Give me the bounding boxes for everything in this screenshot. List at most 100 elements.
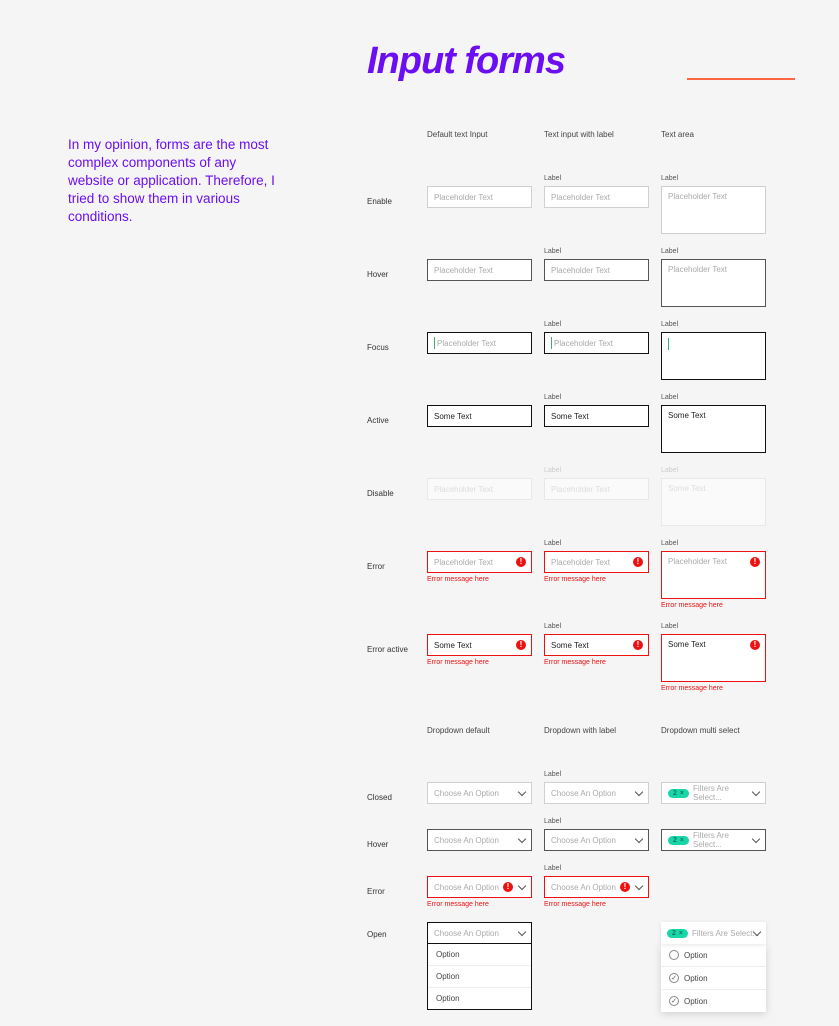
text-input-enable[interactable]: Placeholder Text bbox=[427, 186, 532, 208]
textarea-error-active[interactable]: Some Text! bbox=[661, 634, 766, 682]
error-message: Error message here bbox=[427, 659, 532, 666]
dropdown-option[interactable]: Option bbox=[428, 988, 531, 1009]
close-icon[interactable]: × bbox=[680, 790, 684, 797]
state-label-active: Active bbox=[367, 394, 427, 425]
column-headers-row: Default text Input Text input with label… bbox=[367, 130, 799, 161]
dropdown-error[interactable]: Choose An Option! bbox=[427, 876, 532, 898]
field-label: Label bbox=[544, 865, 649, 873]
radio-checked-icon: ✓ bbox=[669, 996, 679, 1006]
dropdown-multi-open[interactable]: 2× Filters Are Select... bbox=[661, 922, 766, 944]
col-header-dropdown-label: Dropdown with label bbox=[544, 726, 649, 735]
text-input-labeled-hover[interactable]: Placeholder Text bbox=[544, 259, 649, 281]
error-message: Error message here bbox=[427, 576, 532, 583]
dropdown-option[interactable]: Option bbox=[661, 944, 766, 967]
dropdown-column-headers-row: Dropdown default Dropdown with label Dro… bbox=[367, 726, 799, 757]
text-input-hover[interactable]: Placeholder Text bbox=[427, 259, 532, 281]
dropdown-hover[interactable]: Choose An Option bbox=[427, 829, 532, 851]
radio-unchecked-icon bbox=[669, 950, 679, 960]
dropdown-option[interactable]: ✓Option bbox=[661, 967, 766, 990]
dropdown-labeled-error[interactable]: Choose An Option! bbox=[544, 876, 649, 898]
chevron-down-icon bbox=[518, 788, 526, 796]
textarea-active[interactable]: Some Text bbox=[661, 405, 766, 453]
row-dd-open: Open Choose An Option Option Option Opti… bbox=[367, 922, 799, 1012]
field-label: Label bbox=[544, 321, 649, 329]
dropdown-closed[interactable]: Choose An Option bbox=[427, 782, 532, 804]
text-input-labeled-active[interactable]: Some Text bbox=[544, 405, 649, 427]
row-disable: Disable . Placeholder Text Label Placeho… bbox=[367, 467, 799, 526]
dropdown-multi-closed[interactable]: 2× Filters Are Select... bbox=[661, 782, 766, 804]
error-icon: ! bbox=[503, 882, 513, 892]
field-label: Label bbox=[661, 175, 766, 183]
cursor-icon bbox=[668, 338, 669, 350]
state-label-disable: Disable bbox=[367, 467, 427, 498]
error-icon: ! bbox=[633, 640, 643, 650]
field-label: Label bbox=[661, 394, 766, 402]
col-header-dropdown-default: Dropdown default bbox=[427, 726, 532, 735]
row-hover: Hover . Placeholder Text Label Placehold… bbox=[367, 248, 799, 307]
field-label: Label bbox=[544, 540, 649, 548]
title-underline bbox=[687, 78, 795, 80]
state-label-error: Error bbox=[367, 865, 427, 896]
row-focus: Focus . Placeholder Text Label Placehold… bbox=[367, 321, 799, 380]
form-states-grid: Default text Input Text input with label… bbox=[367, 130, 799, 1026]
filter-pill[interactable]: 2× bbox=[668, 789, 689, 798]
row-error: Error . Placeholder Text! Error message … bbox=[367, 540, 799, 609]
row-dd-hover: Hover . Choose An Option Label Choose An… bbox=[367, 818, 799, 851]
textarea-error[interactable]: Placeholder Text! bbox=[661, 551, 766, 599]
error-icon: ! bbox=[750, 557, 760, 567]
field-label: Label bbox=[661, 540, 766, 548]
error-message: Error message here bbox=[544, 576, 649, 583]
textarea-hover[interactable]: Placeholder Text bbox=[661, 259, 766, 307]
text-input-labeled-enable[interactable]: Placeholder Text bbox=[544, 186, 649, 208]
text-input-labeled-focus[interactable]: Placeholder Text bbox=[544, 332, 649, 354]
state-label-hover: Hover bbox=[367, 248, 427, 279]
field-label: Label bbox=[661, 248, 766, 256]
error-icon: ! bbox=[516, 557, 526, 567]
textarea-disabled: Some Text bbox=[661, 478, 766, 526]
page-title: Input forms bbox=[367, 40, 565, 83]
textarea-enable[interactable]: Placeholder Text bbox=[661, 186, 766, 234]
filter-pill[interactable]: 2× bbox=[668, 836, 689, 845]
dropdown-labeled-closed[interactable]: Choose An Option bbox=[544, 782, 649, 804]
field-label: Label bbox=[661, 623, 766, 631]
text-input-focus[interactable]: Placeholder Text bbox=[427, 332, 532, 354]
state-label-enable: Enable bbox=[367, 175, 427, 206]
error-message: Error message here bbox=[661, 602, 766, 609]
dropdown-multi-list: Option ✓Option ✓Option bbox=[661, 944, 766, 1012]
text-input-error-active[interactable]: Some Text! bbox=[427, 634, 532, 656]
close-icon[interactable]: × bbox=[679, 930, 683, 937]
state-label-hover: Hover bbox=[367, 818, 427, 849]
field-label: Label bbox=[544, 175, 649, 183]
field-label: Label bbox=[544, 818, 649, 826]
text-input-error[interactable]: Placeholder Text! bbox=[427, 551, 532, 573]
field-label: Label bbox=[661, 467, 766, 475]
intro-text: In my opinion, forms are the most comple… bbox=[68, 136, 278, 226]
text-input-disabled: Placeholder Text bbox=[427, 478, 532, 500]
dropdown-option[interactable]: Option bbox=[428, 966, 531, 988]
field-label: Label bbox=[661, 321, 766, 329]
row-active: Active . Some Text Label Some Text Label… bbox=[367, 394, 799, 453]
text-input-labeled-disabled: Placeholder Text bbox=[544, 478, 649, 500]
dropdown-option[interactable]: Option bbox=[428, 944, 531, 966]
col-header-with-label: Text input with label bbox=[544, 130, 649, 139]
field-label: Label bbox=[544, 623, 649, 631]
close-icon[interactable]: × bbox=[680, 837, 684, 844]
radio-checked-icon: ✓ bbox=[669, 973, 679, 983]
text-input-labeled-error-active[interactable]: Some Text! bbox=[544, 634, 649, 656]
text-input-labeled-error[interactable]: Placeholder Text! bbox=[544, 551, 649, 573]
row-dd-error: Error . Choose An Option! Error message … bbox=[367, 865, 799, 908]
field-label: Label bbox=[544, 394, 649, 402]
dropdown-option[interactable]: ✓Option bbox=[661, 990, 766, 1012]
dropdown-open[interactable]: Choose An Option bbox=[427, 922, 532, 944]
state-label-error: Error bbox=[367, 540, 427, 571]
dropdown-labeled-hover[interactable]: Choose An Option bbox=[544, 829, 649, 851]
filter-pill[interactable]: 2× bbox=[667, 929, 688, 938]
chevron-down-icon bbox=[635, 882, 643, 890]
dropdown-multi-hover[interactable]: 2× Filters Are Select... bbox=[661, 829, 766, 851]
error-message: Error message here bbox=[427, 901, 532, 908]
field-label: Label bbox=[544, 467, 649, 475]
col-header-textarea: Text area bbox=[661, 130, 766, 139]
textarea-focus[interactable] bbox=[661, 332, 766, 380]
error-message: Error message here bbox=[661, 685, 766, 692]
text-input-active[interactable]: Some Text bbox=[427, 405, 532, 427]
